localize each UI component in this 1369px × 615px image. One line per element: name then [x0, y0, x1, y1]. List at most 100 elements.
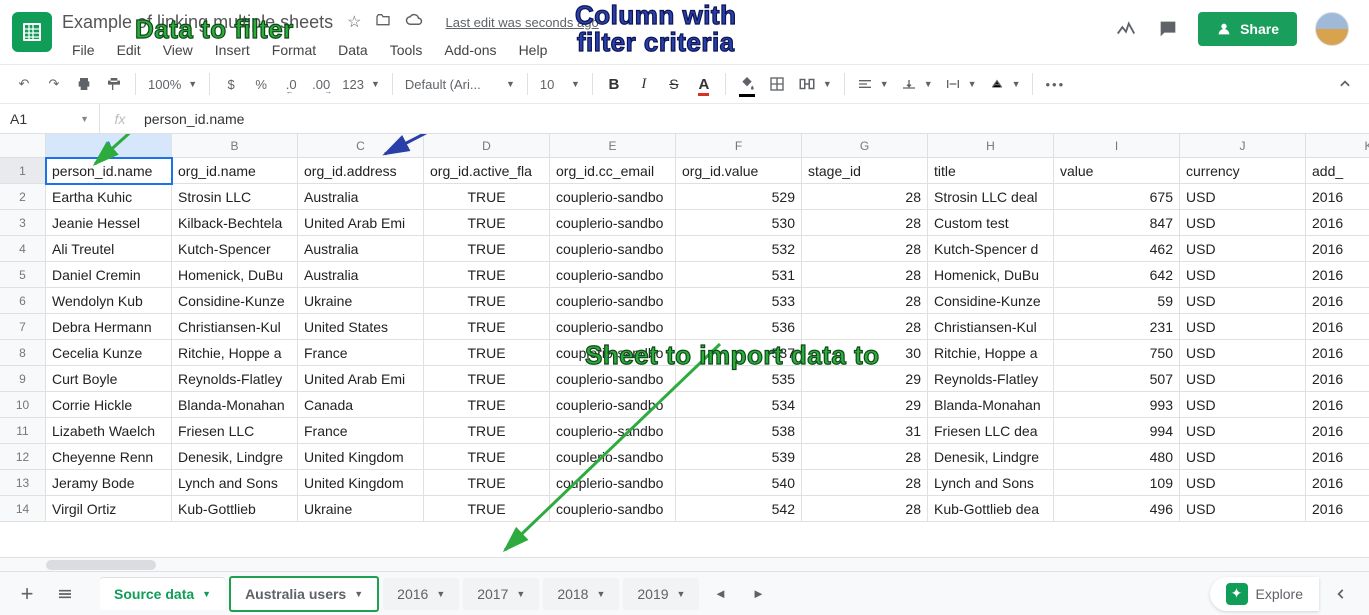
comments-icon[interactable]: [1156, 17, 1180, 41]
column-header[interactable]: C: [298, 134, 424, 158]
collapse-toolbar-button[interactable]: [1331, 70, 1359, 98]
column-header[interactable]: G: [802, 134, 928, 158]
data-cell[interactable]: 462: [1054, 236, 1180, 262]
data-cell[interactable]: Cecelia Kunze: [46, 340, 172, 366]
account-avatar[interactable]: [1315, 12, 1349, 46]
data-cell[interactable]: Blanda-Monahan: [928, 392, 1054, 418]
data-cell[interactable]: Friesen LLC dea: [928, 418, 1054, 444]
data-cell[interactable]: Friesen LLC: [172, 418, 298, 444]
row-header[interactable]: 8: [0, 340, 46, 366]
formula-input[interactable]: person_id.name: [140, 111, 1369, 127]
data-cell[interactable]: 28: [802, 444, 928, 470]
data-cell[interactable]: 2016: [1306, 262, 1369, 288]
data-cell[interactable]: couplerio-sandbo: [550, 340, 676, 366]
star-icon[interactable]: ☆: [347, 12, 361, 33]
menu-file[interactable]: File: [62, 38, 105, 62]
data-cell[interactable]: 28: [802, 210, 928, 236]
data-cell[interactable]: 2016: [1306, 236, 1369, 262]
sheet-tab-2017[interactable]: 2017▼: [463, 578, 539, 610]
column-header[interactable]: B: [172, 134, 298, 158]
data-cell[interactable]: USD: [1180, 444, 1306, 470]
data-cell[interactable]: Kub-Gottlieb: [172, 496, 298, 522]
side-panel-toggle[interactable]: [1323, 587, 1359, 601]
data-cell[interactable]: Ukraine: [298, 496, 424, 522]
data-cell[interactable]: TRUE: [424, 314, 550, 340]
data-cell[interactable]: 109: [1054, 470, 1180, 496]
data-cell[interactable]: couplerio-sandbo: [550, 444, 676, 470]
data-cell[interactable]: 538: [676, 418, 802, 444]
column-header[interactable]: E: [550, 134, 676, 158]
decrease-decimals-button[interactable]: .0←: [277, 70, 305, 98]
data-cell[interactable]: Custom test: [928, 210, 1054, 236]
text-rotate-button[interactable]: ▼: [984, 70, 1026, 98]
data-cell[interactable]: USD: [1180, 366, 1306, 392]
data-cell[interactable]: couplerio-sandbo: [550, 184, 676, 210]
data-cell[interactable]: 2016: [1306, 470, 1369, 496]
data-cell[interactable]: United Kingdom: [298, 444, 424, 470]
explore-button[interactable]: ✦ Explore: [1210, 577, 1319, 611]
data-cell[interactable]: couplerio-sandbo: [550, 210, 676, 236]
horizontal-align-button[interactable]: ▼: [852, 70, 894, 98]
column-header[interactable]: F: [676, 134, 802, 158]
font-select[interactable]: Default (Ari...▼: [400, 70, 520, 98]
data-cell[interactable]: USD: [1180, 496, 1306, 522]
row-header[interactable]: 4: [0, 236, 46, 262]
menu-format[interactable]: Format: [262, 38, 326, 62]
data-cell[interactable]: Australia: [298, 262, 424, 288]
data-cell[interactable]: Corrie Hickle: [46, 392, 172, 418]
data-cell[interactable]: couplerio-sandbo: [550, 418, 676, 444]
data-cell[interactable]: 534: [676, 392, 802, 418]
row-header[interactable]: 7: [0, 314, 46, 340]
data-cell[interactable]: USD: [1180, 288, 1306, 314]
data-cell[interactable]: Denesik, Lindgre: [172, 444, 298, 470]
data-cell[interactable]: Eartha Kuhic: [46, 184, 172, 210]
document-title[interactable]: Example of linking multiple sheets: [62, 12, 333, 33]
data-cell[interactable]: TRUE: [424, 210, 550, 236]
bold-button[interactable]: B: [600, 70, 628, 98]
vertical-align-button[interactable]: ▼: [896, 70, 938, 98]
data-cell[interactable]: Kutch-Spencer: [172, 236, 298, 262]
sheets-logo-icon[interactable]: [12, 12, 52, 52]
data-cell[interactable]: 2016: [1306, 314, 1369, 340]
data-cell[interactable]: TRUE: [424, 392, 550, 418]
header-cell[interactable]: org_id.active_fla: [424, 158, 550, 184]
data-cell[interactable]: couplerio-sandbo: [550, 314, 676, 340]
data-cell[interactable]: Kutch-Spencer d: [928, 236, 1054, 262]
data-cell[interactable]: Ali Treutel: [46, 236, 172, 262]
data-cell[interactable]: Curt Boyle: [46, 366, 172, 392]
data-cell[interactable]: 480: [1054, 444, 1180, 470]
data-cell[interactable]: Homenick, DuBu: [172, 262, 298, 288]
add-sheet-button[interactable]: +: [10, 577, 44, 611]
data-cell[interactable]: 2016: [1306, 444, 1369, 470]
menu-view[interactable]: View: [153, 38, 203, 62]
data-cell[interactable]: 536: [676, 314, 802, 340]
row-header[interactable]: 11: [0, 418, 46, 444]
increase-decimals-button[interactable]: .00→: [307, 70, 335, 98]
sheet-tab-source-data[interactable]: Source data▼: [100, 578, 225, 610]
data-cell[interactable]: Christiansen-Kul: [172, 314, 298, 340]
data-cell[interactable]: 29: [802, 392, 928, 418]
data-cell[interactable]: Considine-Kunze: [928, 288, 1054, 314]
row-header[interactable]: 1: [0, 158, 46, 184]
share-button[interactable]: Share: [1198, 12, 1297, 46]
data-cell[interactable]: 2016: [1306, 496, 1369, 522]
format-currency-button[interactable]: $: [217, 70, 245, 98]
sheet-tab-2016[interactable]: 2016▼: [383, 578, 459, 610]
data-cell[interactable]: TRUE: [424, 470, 550, 496]
data-cell[interactable]: TRUE: [424, 184, 550, 210]
data-cell[interactable]: USD: [1180, 210, 1306, 236]
data-cell[interactable]: Kilback-Bechtela: [172, 210, 298, 236]
print-button[interactable]: [70, 70, 98, 98]
data-cell[interactable]: Cheyenne Renn: [46, 444, 172, 470]
data-cell[interactable]: Australia: [298, 184, 424, 210]
column-header[interactable]: A: [46, 134, 172, 158]
zoom-select[interactable]: 100%▼: [143, 70, 202, 98]
data-cell[interactable]: Reynolds-Flatley: [928, 366, 1054, 392]
data-cell[interactable]: 507: [1054, 366, 1180, 392]
data-cell[interactable]: 529: [676, 184, 802, 210]
data-cell[interactable]: 642: [1054, 262, 1180, 288]
all-sheets-button[interactable]: [48, 577, 82, 611]
data-cell[interactable]: Ritchie, Hoppe a: [928, 340, 1054, 366]
data-cell[interactable]: Reynolds-Flatley: [172, 366, 298, 392]
row-header[interactable]: 2: [0, 184, 46, 210]
